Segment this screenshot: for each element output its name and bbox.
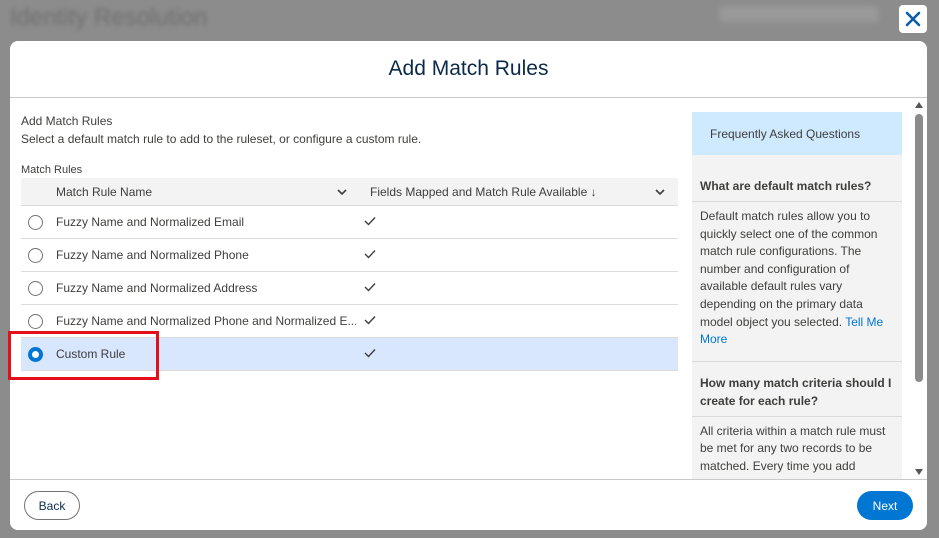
rule-radio[interactable]: [28, 248, 43, 263]
scroll-up-icon[interactable]: [915, 102, 923, 108]
rule-name: Fuzzy Name and Normalized Phone and Norm…: [56, 314, 356, 328]
modal-title: Add Match Rules: [388, 57, 549, 80]
divider: [692, 415, 902, 417]
background-actions: [719, 6, 879, 22]
rule-name: Fuzzy Name and Normalized Phone: [56, 248, 249, 262]
faq-panel: Frequently Asked Questions What are defa…: [692, 112, 902, 479]
divider: [692, 360, 902, 362]
table-row[interactable]: Fuzzy Name and Normalized Address: [21, 272, 678, 305]
rule-radio[interactable]: [28, 281, 43, 296]
chevron-down-icon[interactable]: [654, 186, 666, 198]
faq-question: What are default match rules?: [700, 179, 872, 193]
scrollbar[interactable]: [913, 98, 925, 479]
modal-body: Add Match Rules Select a default match r…: [10, 98, 927, 479]
rule-radio[interactable]: [28, 215, 43, 230]
table-row[interactable]: Fuzzy Name and Normalized Phone: [21, 239, 678, 272]
divider: [692, 201, 902, 202]
match-rules-section: Add Match Rules Select a default match r…: [21, 98, 678, 479]
section-description: Select a default match rule to add to th…: [21, 132, 422, 146]
faq-header: Frequently Asked Questions: [692, 112, 902, 155]
check-icon: [364, 283, 376, 292]
background-page-title: Identity Resolution: [10, 4, 208, 31]
section-title: Add Match Rules: [21, 114, 113, 128]
rule-name: Fuzzy Name and Normalized Email: [56, 215, 245, 229]
chevron-down-icon[interactable]: [336, 186, 348, 198]
rule-radio[interactable]: [28, 314, 43, 329]
match-rules-table: Match Rule Name Fields Mapped and Match …: [21, 178, 678, 371]
table-row[interactable]: Fuzzy Name and Normalized Email: [21, 206, 678, 239]
faq-answer: Default match rules allow you to quickly…: [692, 208, 902, 349]
match-rules-label: Match Rules: [21, 164, 83, 176]
table-header: Match Rule Name Fields Mapped and Match …: [21, 178, 678, 206]
modal-footer: Back Next: [10, 479, 927, 530]
close-button[interactable]: [899, 5, 927, 33]
column-header-name[interactable]: Match Rule Name: [21, 178, 360, 205]
column-header-name-label: Match Rule Name: [56, 184, 153, 199]
faq-answer: All criteria within a match rule must be…: [700, 423, 886, 479]
faq-question: How many match criteria should I create …: [700, 375, 892, 408]
faq-answer-text: Default match rules allow you to quickly…: [700, 209, 878, 329]
check-icon: [364, 250, 376, 259]
rule-name: Fuzzy Name and Normalized Address: [56, 281, 258, 295]
add-match-rules-modal: Add Match Rules Add Match Rules Select a…: [10, 41, 927, 530]
column-header-available[interactable]: Fields Mapped and Match Rule Available ↓: [360, 178, 678, 205]
scroll-down-icon[interactable]: [915, 469, 923, 475]
check-icon: [364, 349, 376, 358]
back-button[interactable]: Back: [24, 491, 80, 520]
table-row-selected[interactable]: Custom Rule: [21, 338, 678, 371]
check-icon: [364, 316, 376, 325]
table-row[interactable]: Fuzzy Name and Normalized Phone and Norm…: [21, 305, 678, 338]
scrollbar-thumb[interactable]: [915, 114, 923, 382]
close-icon: [905, 11, 921, 27]
modal-header: Add Match Rules: [10, 41, 927, 98]
column-header-available-label: Fields Mapped and Match Rule Available ↓: [370, 184, 597, 199]
rule-radio-checked[interactable]: [28, 347, 43, 362]
check-icon: [364, 217, 376, 226]
rule-name: Custom Rule: [56, 347, 126, 361]
next-button[interactable]: Next: [857, 491, 913, 520]
